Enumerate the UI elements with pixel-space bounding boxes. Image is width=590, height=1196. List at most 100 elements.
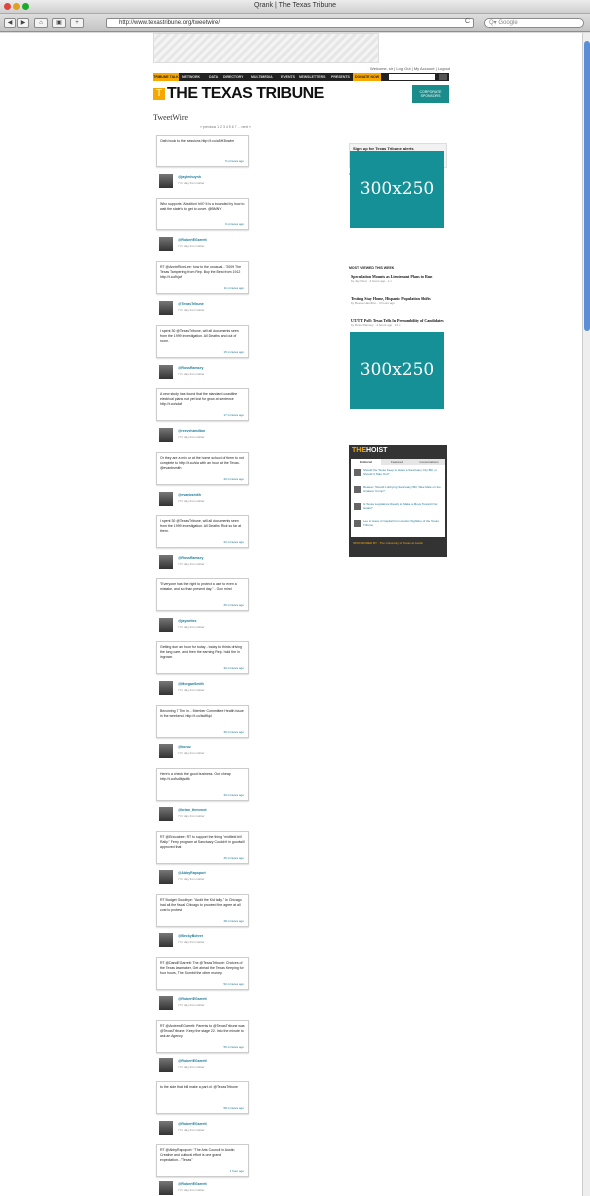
hoist-thumb [354, 469, 361, 476]
nav-item-tribune-talk[interactable]: TRIBUNE TALK [153, 73, 179, 81]
hoist-item-text[interactable]: Is Texas Legislature Ready to Make a Mov… [363, 502, 443, 510]
tweet-handle[interactable]: @RobertEGarrett [178, 238, 207, 242]
main-nav: TRIBUNE TALK NETWORK DATA DIRECTORY MULT… [153, 73, 449, 81]
tweet-handle[interactable]: @brian_thevenot [178, 808, 207, 812]
avatar[interactable] [159, 1121, 173, 1135]
tweet-card: I spent 30 @TexasTribune, will all docum… [156, 325, 249, 358]
forward-button[interactable]: ▶ [17, 18, 29, 28]
tweet-time[interactable]: 17 minutes ago [223, 413, 244, 417]
avatar[interactable] [159, 744, 173, 758]
hoist-item-text[interactable]: Should the Texas Keep to Have a Sanctuar… [363, 468, 443, 476]
pagination[interactable]: « previous 1 2 3 4 5 6 7 ... next » [200, 125, 300, 129]
nav-item-presents[interactable]: PRESENTS [331, 73, 350, 81]
tweet-time[interactable]: 5 minutes ago [225, 159, 244, 163]
tweet-handle[interactable]: @RossRamsey [178, 366, 203, 370]
hoist-sponsor[interactable]: SPONSORED BY · The University of Texas a… [353, 541, 443, 545]
avatar[interactable] [159, 618, 173, 632]
hoist-item-text[interactable]: Reason: Should Lobbying Sanctuary Bill, … [363, 485, 443, 493]
vertical-scrollbar[interactable] [582, 33, 590, 1196]
tweet-time[interactable]: 40 minutes ago [223, 793, 244, 797]
avatar[interactable] [159, 933, 173, 947]
tweet-handle[interactable]: @RobertEGarrett [178, 997, 207, 1001]
avatar[interactable] [159, 428, 173, 442]
tweet-handle[interactable]: @bcruz [178, 745, 191, 749]
nav-item-newsletters[interactable]: NEWSLETTERS [299, 73, 325, 81]
address-bar[interactable]: http://www.texastribune.org/tweetwire/ [106, 18, 474, 28]
tweet-text: A new study has found that the standard … [160, 392, 238, 406]
tweet-handle[interactable]: @jaywrites [178, 619, 196, 623]
tweet-time[interactable]: 48 minutes ago [223, 919, 244, 923]
tweet-handle[interactable]: @evanbsmith [178, 493, 201, 497]
tweet-handle[interactable]: @RossRamsey [178, 556, 203, 560]
avatar[interactable] [159, 870, 173, 884]
add-bookmark-icon[interactable]: + [70, 18, 84, 28]
window-titlebar: Qrank | The Texas Tribune [0, 0, 590, 14]
tweet-via: 7 hr day from twitter [178, 244, 205, 248]
site-search-input[interactable] [389, 74, 435, 80]
tweet-text: "Everyone has the right to protect a use… [160, 582, 237, 591]
avatar[interactable] [159, 555, 173, 569]
sidebar-ad-top[interactable]: 300x250 [350, 151, 444, 228]
tweet-time[interactable]: 25 minutes ago [223, 603, 244, 607]
avatar[interactable] [159, 492, 173, 506]
top-banner-ad[interactable] [153, 33, 379, 63]
tweet-time[interactable]: 45 minutes ago [223, 856, 244, 860]
tweet-time[interactable]: 20 minutes ago [223, 477, 244, 481]
logo-mark-icon: T [153, 88, 165, 100]
hoist-title-hoist: HOIST [366, 447, 388, 454]
tweet-handle[interactable]: @RobertEGarrett [178, 1182, 207, 1186]
tweet-handle[interactable]: @RobertEGarrett [178, 1059, 207, 1063]
tweet-handle[interactable]: @AbbyRapoport [178, 871, 206, 875]
bookmark-icon[interactable]: ▣ [52, 18, 66, 28]
nav-item-data[interactable]: DATA [209, 73, 218, 81]
hoist-item[interactable]: Is Texas Legislature Ready to Make a Mov… [354, 502, 442, 514]
hoist-item[interactable]: Lee to Have of Capital From Austin Sight… [354, 519, 442, 531]
scrollbar-thumb[interactable] [584, 41, 590, 331]
avatar[interactable] [159, 365, 173, 379]
avatar[interactable] [159, 237, 173, 251]
most-viewed-item[interactable]: UT/TT Poll: Texas Tells In Presumbility … [351, 318, 447, 327]
tweet-time[interactable]: 35 minutes ago [223, 730, 244, 734]
avatar[interactable] [159, 174, 173, 188]
avatar[interactable] [159, 996, 173, 1010]
hoist-item[interactable]: Should the Texas Keep to Have a Sanctuar… [354, 468, 442, 480]
nav-item-donate[interactable]: DONATE NOW [353, 73, 382, 81]
tweet-handle[interactable]: @reevehamilton [178, 429, 205, 433]
most-viewed-item[interactable]: Testing Stay Home, Hispanic Population S… [351, 296, 447, 305]
avatar[interactable] [159, 1181, 173, 1195]
tweet-handle[interactable]: @jaylmhuynh [178, 175, 201, 179]
site-search-button[interactable] [439, 74, 447, 80]
tweet-handle[interactable]: @MorganSmith [178, 682, 204, 686]
corporate-sponsors-box[interactable]: CORPORATE SPONSORS [412, 85, 449, 103]
tweet-handle[interactable]: @RobertEGarrett [178, 1122, 207, 1126]
tweet-time[interactable]: 9 minutes ago [225, 222, 244, 226]
tweet-time[interactable]: 15 minutes ago [223, 350, 244, 354]
home-icon[interactable]: ⌂ [34, 18, 48, 28]
tweet-text: Becoming 7 Tim in... Member Committee He… [160, 709, 244, 718]
tweet-time[interactable]: 1 hour ago [230, 1169, 244, 1173]
avatar[interactable] [159, 681, 173, 695]
tweet-time[interactable]: 52 minutes ago [223, 982, 244, 986]
back-button[interactable]: ◀ [4, 18, 16, 28]
sidebar-ad-bottom[interactable]: 300x250 [350, 332, 444, 409]
tweet-time[interactable]: 11 minutes ago [224, 286, 244, 290]
tweet-time[interactable]: 55 minutes ago [223, 1045, 244, 1049]
google-search-field[interactable]: Q▾ Google [484, 18, 584, 28]
most-viewed-item[interactable]: Speculation Mounts as Lieutenant Plans t… [351, 274, 447, 283]
avatar[interactable] [159, 301, 173, 315]
nav-item-multimedia[interactable]: MULTIMEDIA [251, 73, 273, 81]
account-links[interactable]: Welcome, sir | Log Out | My Account | Lo… [340, 66, 450, 71]
nav-item-events[interactable]: EVENTS [281, 73, 295, 81]
hoist-item-text[interactable]: Lee to Have of Capital From Austin Sight… [363, 519, 443, 527]
tweet-time[interactable]: 22 minutes ago [223, 540, 244, 544]
tweet-time[interactable]: 30 minutes ago [223, 666, 244, 670]
tweet-handle[interactable]: @TexasTribune [178, 302, 204, 306]
hoist-item[interactable]: Reason: Should Lobbying Sanctuary Bill, … [354, 485, 442, 497]
nav-item-directory[interactable]: DIRECTORY [223, 73, 243, 81]
tweet-handle[interactable]: @BeckyBohrer [178, 934, 203, 938]
nav-item-network[interactable]: NETWORK [182, 73, 200, 81]
reload-icon[interactable]: C [465, 18, 470, 25]
avatar[interactable] [159, 1058, 173, 1072]
avatar[interactable] [159, 807, 173, 821]
tweet-time[interactable]: 58 minutes ago [223, 1106, 244, 1110]
